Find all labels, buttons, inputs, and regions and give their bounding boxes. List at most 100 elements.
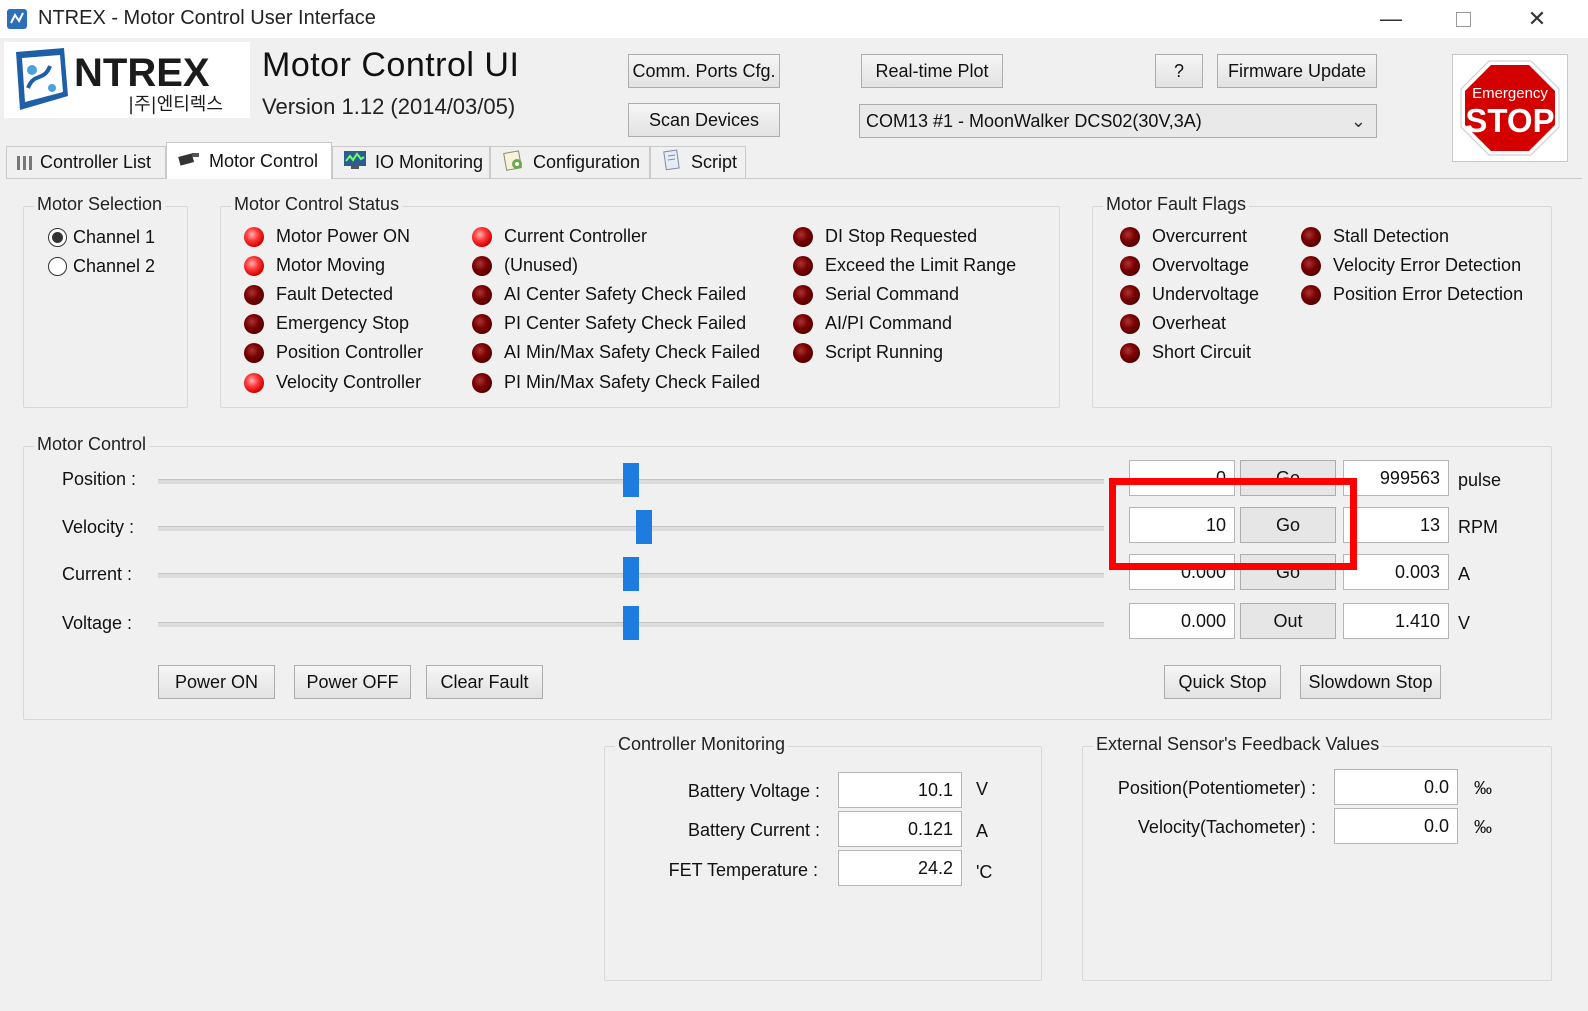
help-button[interactable]: ? (1155, 54, 1203, 88)
emergency-stop-button[interactable]: Emergency STOP (1452, 54, 1568, 162)
fault-label: Overvoltage (1152, 255, 1250, 275)
radio-label: Channel 1 (73, 227, 156, 247)
status-velocity-controller: Velocity Controller (244, 372, 421, 393)
battery-voltage-label: Battery Voltage : (687, 781, 820, 801)
device-select[interactable]: COM13 #1 - MoonWalker DCS02(30V,3A) ⌄ (859, 104, 1377, 138)
status-motor-power-on: Motor Power ON (244, 226, 410, 247)
firmware-update-button[interactable]: Firmware Update (1217, 54, 1377, 88)
led-off-icon (1120, 284, 1140, 305)
position-label: Position : (62, 469, 137, 489)
led-on-icon (244, 255, 264, 276)
ntrex-logo: NTREX |주|엔티렉스 (4, 42, 250, 118)
realtime-plot-button[interactable]: Real-time Plot (861, 54, 1003, 88)
voltage-out-button[interactable]: Out (1240, 603, 1336, 639)
app-title: Motor Control UI (262, 46, 520, 84)
monitor-icon (343, 150, 367, 175)
power-on-button[interactable]: Power ON (158, 665, 275, 699)
group-title: Motor Selection (34, 194, 166, 215)
potentiometer-label: Position(Potentiometer) : (1117, 778, 1316, 798)
led-off-icon (1301, 284, 1321, 305)
ntrex-app-icon (6, 8, 28, 30)
title-bar: NTREX - Motor Control User Interface — ✕ (0, 0, 1588, 38)
group-title: Motor Control (34, 434, 150, 455)
led-off-icon (1120, 226, 1140, 247)
led-on-icon (472, 226, 492, 247)
maximize-icon[interactable] (1440, 4, 1486, 34)
led-off-icon (472, 342, 492, 363)
tab-motor-control[interactable]: Motor Control (166, 142, 332, 179)
status-di-stop-requested: DI Stop Requested (793, 226, 977, 247)
status-position-controller: Position Controller (244, 342, 423, 363)
status-pi-center-safety: PI Center Safety Check Failed (472, 313, 746, 334)
estop-top-label: Emergency (1472, 85, 1548, 102)
device-select-value: COM13 #1 - MoonWalker DCS02(30V,3A) (866, 110, 1202, 131)
led-off-icon (793, 284, 813, 305)
radio-channel-2[interactable]: Channel 2 (48, 256, 155, 277)
velocity-value: 13 (1343, 507, 1449, 543)
tab-configuration[interactable]: Configuration (490, 146, 650, 178)
fault-label: Undervoltage (1152, 284, 1260, 304)
led-off-icon (244, 284, 264, 305)
scan-devices-button[interactable]: Scan Devices (628, 103, 780, 137)
status-label: Current Controller (504, 226, 648, 246)
chevron-down-icon[interactable]: ⌄ (1351, 111, 1366, 132)
close-icon[interactable]: ✕ (1514, 4, 1560, 34)
led-off-icon (472, 372, 492, 393)
tab-controller-list[interactable]: Controller List (6, 146, 166, 178)
tab-io-monitoring[interactable]: IO Monitoring (332, 146, 490, 178)
led-off-icon (1120, 255, 1140, 276)
status-label: Serial Command (825, 284, 960, 304)
clear-fault-button[interactable]: Clear Fault (426, 665, 543, 699)
velocity-slider-track[interactable] (158, 526, 1104, 531)
battery-current-value: 0.121 (838, 811, 962, 847)
power-off-button[interactable]: Power OFF (294, 665, 411, 699)
battery-current-unit: A (976, 821, 989, 841)
motor-selection-group: Motor Selection Channel 1 Channel 2 (23, 194, 188, 408)
radio-label: Channel 2 (73, 256, 156, 276)
fet-temperature-unit: 'C (976, 862, 993, 882)
fault-label: Overcurrent (1152, 226, 1248, 246)
radio-selected-icon (48, 228, 67, 247)
fault-velocity-error: Velocity Error Detection (1301, 255, 1521, 276)
status-label: Motor Power ON (276, 226, 411, 246)
voltage-unit: V (1458, 613, 1471, 633)
group-title: Motor Control Status (231, 194, 403, 215)
led-off-icon (793, 226, 813, 247)
status-exceed-limit-range: Exceed the Limit Range (793, 255, 1016, 276)
potentiometer-value: 0.0 (1334, 769, 1458, 805)
position-value: 999563 (1343, 460, 1449, 496)
status-label: Motor Moving (276, 255, 386, 275)
led-off-icon (1301, 255, 1321, 276)
fault-label: Short Circuit (1152, 342, 1252, 362)
voltage-input[interactable]: 0.000 (1129, 603, 1235, 639)
led-off-icon (793, 342, 813, 363)
status-motor-moving: Motor Moving (244, 255, 385, 276)
tachometer-value: 0.0 (1334, 808, 1458, 844)
status-label: Exceed the Limit Range (825, 255, 1017, 275)
velocity-slider-thumb[interactable] (636, 510, 652, 544)
status-ai-minmax-safety: AI Min/Max Safety Check Failed (472, 342, 760, 363)
led-off-icon (793, 255, 813, 276)
comm-ports-button[interactable]: Comm. Ports Cfg. (628, 54, 780, 88)
status-pi-minmax-safety: PI Min/Max Safety Check Failed (472, 372, 760, 393)
tab-script[interactable]: Script (650, 146, 746, 178)
tab-label: IO Monitoring (375, 152, 484, 172)
radio-unselected-icon (48, 257, 67, 276)
led-off-icon (1120, 313, 1140, 334)
status-fault-detected: Fault Detected (244, 284, 393, 305)
quick-stop-button[interactable]: Quick Stop (1164, 665, 1281, 699)
highlight-box (1109, 478, 1357, 570)
led-off-icon (1301, 226, 1321, 247)
current-slider-thumb[interactable] (623, 557, 639, 591)
slowdown-stop-button[interactable]: Slowdown Stop (1300, 665, 1441, 699)
tab-label: Configuration (533, 152, 641, 172)
radio-channel-1[interactable]: Channel 1 (48, 227, 155, 248)
fault-label: Position Error Detection (1333, 284, 1524, 304)
minimize-icon[interactable]: — (1368, 4, 1414, 34)
battery-voltage-value: 10.1 (838, 772, 962, 808)
velocity-unit: RPM (1458, 517, 1498, 537)
fault-label: Stall Detection (1333, 226, 1450, 246)
voltage-slider-thumb[interactable] (623, 606, 639, 640)
status-label: DI Stop Requested (825, 226, 978, 246)
position-slider-thumb[interactable] (623, 463, 639, 497)
